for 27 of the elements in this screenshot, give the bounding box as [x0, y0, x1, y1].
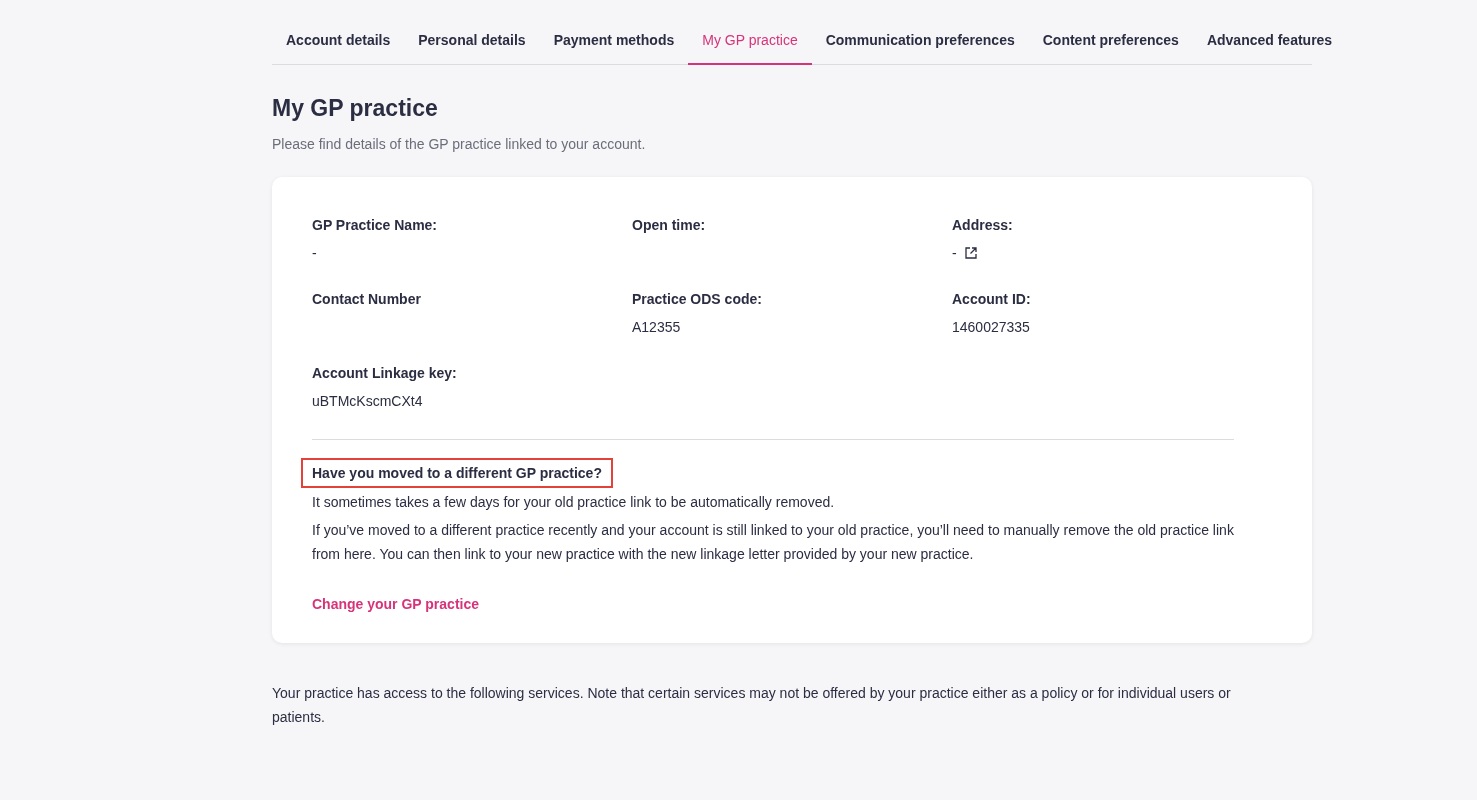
external-link-icon[interactable] — [964, 247, 977, 259]
field-label: Contact Number — [312, 291, 422, 307]
tab[interactable]: Advanced features — [1192, 24, 1347, 65]
tab[interactable]: My GP practice — [688, 24, 812, 65]
tab[interactable]: Payment methods — [539, 24, 689, 65]
tab[interactable]: Account details — [272, 24, 405, 65]
field-value: uBTMcKscmCXt4 — [312, 393, 423, 409]
change-practice-link[interactable]: Change your GP practice — [312, 596, 479, 612]
section-heading: Have you moved to a different GP practice? — [301, 458, 613, 488]
field-value: - — [952, 245, 957, 261]
page-title: My GP practice — [272, 95, 439, 122]
tab[interactable]: Communication preferences — [811, 24, 1029, 65]
field-label: Account Linkage key: — [312, 365, 458, 381]
field-value: A12355 — [632, 319, 681, 335]
tab[interactable]: Content preferences — [1028, 24, 1193, 65]
field-value: - — [312, 245, 317, 261]
paragraph: It sometimes takes a few days for your old practice link to be automatically removed. — [312, 493, 836, 512]
field-label: Practice ODS code: — [632, 291, 763, 307]
field-value: 1460027335 — [952, 319, 1030, 335]
field-label: Account ID: — [952, 291, 1032, 307]
services-note: Your practice has access to the following services. Note that certain services may not be offered by your practice either as a policy or for individual users or patients. — [272, 684, 1232, 727]
tab[interactable]: Personal details — [404, 24, 540, 65]
field-label: Open time: — [632, 217, 707, 233]
page-subtitle: Please find details of the GP practice linked to your account. — [272, 136, 647, 152]
field-label: Address: — [952, 217, 1014, 233]
field-label: GP Practice Name: — [312, 217, 439, 233]
paragraph: If you’ve moved to a different practice recently and your account is still linked to your old practice, you’ll need to manually remove the old practice link from here. You can then link to your new practice with the new linkage letter provided by your new practice. — [312, 521, 1235, 564]
